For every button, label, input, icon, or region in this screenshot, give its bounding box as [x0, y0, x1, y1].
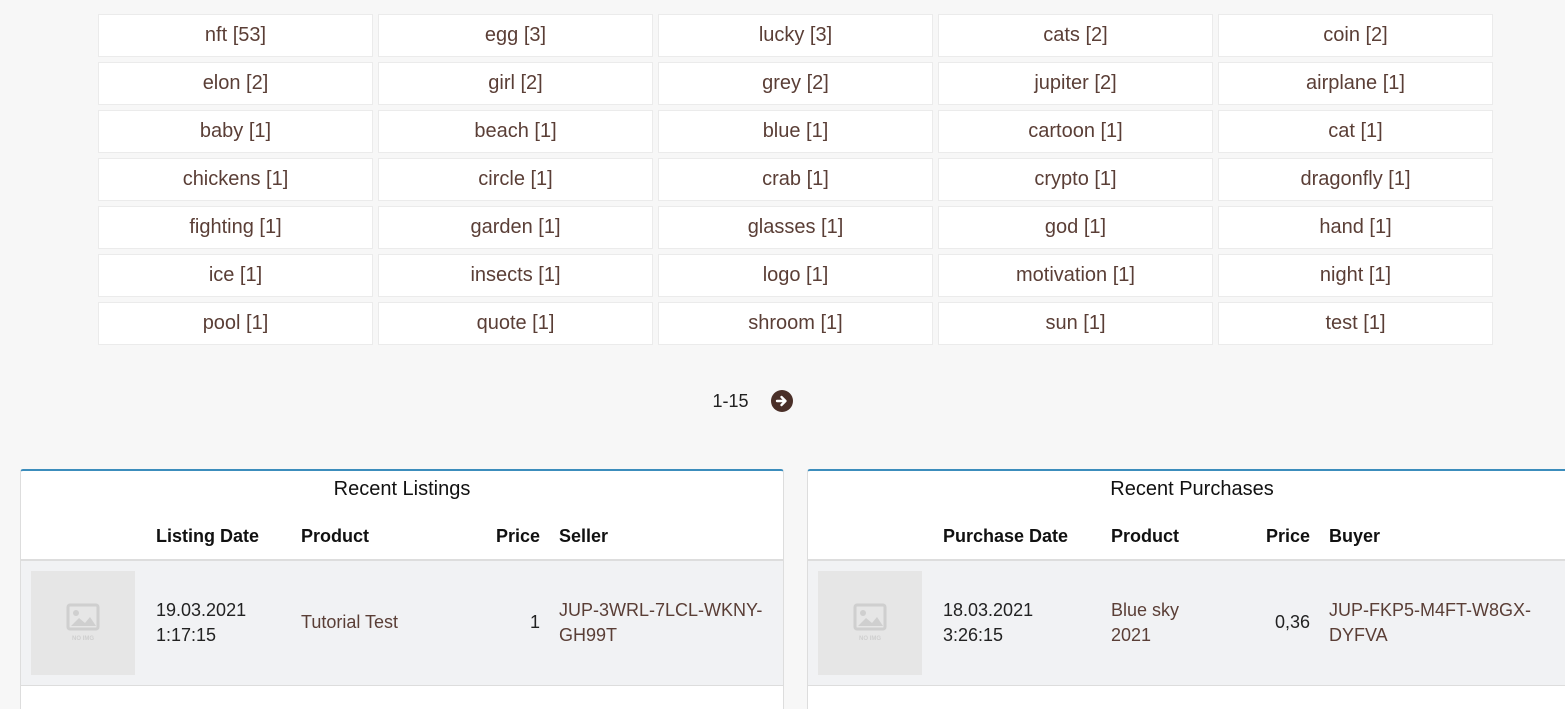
tag-item[interactable]: cartoon [1] — [938, 110, 1213, 153]
tag-item[interactable]: coin [2] — [1218, 14, 1493, 57]
price-value: 1 — [530, 612, 541, 632]
tag-item[interactable]: egg [3] — [378, 14, 653, 57]
listing-date: 19.03.2021 1:17:15 — [156, 600, 247, 645]
product-link[interactable]: Tutorial Test — [301, 610, 398, 635]
tag-item[interactable]: baby [1] — [98, 110, 373, 153]
tag-item[interactable]: girl [2] — [378, 62, 653, 105]
tag-item[interactable]: grey [2] — [658, 62, 933, 105]
tag-item[interactable]: airplane [1] — [1218, 62, 1493, 105]
tag-item[interactable]: jupiter [2] — [938, 62, 1213, 105]
tag-item[interactable]: quote [1] — [378, 302, 653, 345]
column-header-buyer: Buyer — [1329, 526, 1381, 546]
tag-item[interactable]: cats [2] — [938, 14, 1213, 57]
tag-item[interactable]: logo [1] — [658, 254, 933, 297]
table-row[interactable]: NO IMG 19.03.2021 1:17:15 Tutorial Test … — [21, 561, 783, 686]
svg-text:NO IMG: NO IMG — [859, 636, 881, 642]
product-link[interactable]: Blue sky 2021 — [1111, 598, 1179, 648]
tag-cloud: nft [53] egg [3] lucky [3] cats [2] coin… — [98, 14, 1493, 345]
tag-item[interactable]: glasses [1] — [658, 206, 933, 249]
tag-item[interactable]: hand [1] — [1218, 206, 1493, 249]
column-header-date: Listing Date — [156, 526, 260, 546]
tag-item[interactable]: insects [1] — [378, 254, 653, 297]
price-value: 0,36 — [1275, 612, 1311, 632]
purchase-date: 18.03.2021 3:26:15 — [943, 600, 1034, 645]
panel-title: Recent Listings — [333, 478, 471, 500]
image-placeholder-icon: NO IMG — [66, 603, 100, 642]
panel-title: Recent Purchases — [1110, 478, 1274, 500]
recent-listings-panel: Recent Listings Listing Date Product Pri… — [20, 469, 784, 709]
product-thumbnail[interactable]: NO IMG — [818, 571, 922, 675]
tag-item[interactable]: nft [53] — [98, 14, 373, 57]
tag-item[interactable]: motivation [1] — [938, 254, 1213, 297]
column-header-price: Price — [496, 526, 541, 546]
tag-item[interactable]: beach [1] — [378, 110, 653, 153]
arrow-right-circle-icon — [775, 395, 787, 407]
pagination: 1-15 — [0, 390, 1565, 412]
seller-link[interactable]: JUP-3WRL-7LCL-WKNY- GH99T — [559, 598, 762, 648]
tag-item[interactable]: chickens [1] — [98, 158, 373, 201]
page-range: 1-15 — [712, 390, 749, 411]
buyer-link[interactable]: JUP-FKP5-M4FT-W8GX- DYFVA — [1329, 598, 1531, 648]
tag-item[interactable]: cat [1] — [1218, 110, 1493, 153]
column-header-seller: Seller — [559, 526, 609, 546]
tag-item[interactable]: pool [1] — [98, 302, 373, 345]
tag-item[interactable]: ice [1] — [98, 254, 373, 297]
column-header-date: Purchase Date — [943, 526, 1069, 546]
column-header-product: Product — [301, 526, 370, 546]
column-header-product: Product — [1111, 526, 1180, 546]
tag-item[interactable]: night [1] — [1218, 254, 1493, 297]
recent-purchases-panel: Recent Purchases Purchase Date Product P… — [807, 469, 1565, 709]
tag-item[interactable]: elon [2] — [98, 62, 373, 105]
tag-item[interactable]: dragonfly [1] — [1218, 158, 1493, 201]
tag-item[interactable]: fighting [1] — [98, 206, 373, 249]
tag-item[interactable]: garden [1] — [378, 206, 653, 249]
tag-item[interactable]: blue [1] — [658, 110, 933, 153]
image-placeholder-icon: NO IMG — [853, 603, 887, 642]
next-page-button[interactable] — [770, 390, 793, 412]
table-header: Purchase Date Product Price Buyer — [808, 515, 1565, 561]
product-thumbnail[interactable]: NO IMG — [31, 571, 135, 675]
tag-item[interactable]: crab [1] — [658, 158, 933, 201]
tag-item[interactable]: sun [1] — [938, 302, 1213, 345]
table-row[interactable]: NO IMG 18.03.2021 3:26:15 Blue sky 2021 … — [808, 561, 1565, 686]
tag-item[interactable]: crypto [1] — [938, 158, 1213, 201]
tag-item[interactable]: test [1] — [1218, 302, 1493, 345]
table-header: Listing Date Product Price Seller — [21, 515, 783, 561]
tag-item[interactable]: lucky [3] — [658, 14, 933, 57]
svg-text:NO IMG: NO IMG — [72, 636, 94, 642]
tag-item[interactable]: god [1] — [938, 206, 1213, 249]
column-header-price: Price — [1266, 526, 1311, 546]
tag-item[interactable]: shroom [1] — [658, 302, 933, 345]
tag-item[interactable]: circle [1] — [378, 158, 653, 201]
